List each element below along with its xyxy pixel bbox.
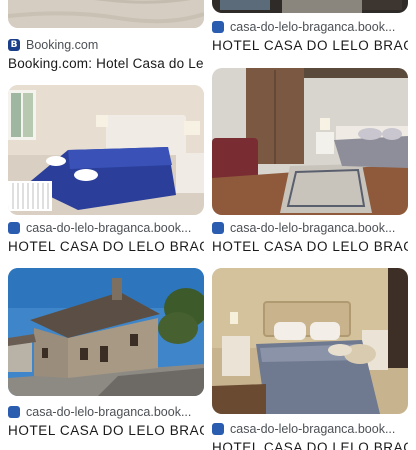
site-favicon-icon xyxy=(212,423,224,435)
result-source-label: casa-do-lelo-braganca.book... xyxy=(230,422,396,436)
site-favicon-icon xyxy=(212,222,224,234)
result-title[interactable]: HOTEL CASA DO LELO BRAGA... xyxy=(212,38,408,53)
result-source[interactable]: casa-do-lelo-braganca.book... xyxy=(212,422,408,436)
result-source[interactable]: casa-do-lelo-braganca.book... xyxy=(212,20,408,34)
result-source-label: casa-do-lelo-braganca.book... xyxy=(230,20,396,34)
site-favicon-icon xyxy=(8,222,20,234)
result-image-bedroom-blue[interactable] xyxy=(8,85,204,215)
result-source[interactable]: casa-do-lelo-braganca.book... xyxy=(212,221,408,235)
result-title[interactable]: HOTEL CASA DO LELO BRAGA... xyxy=(8,423,204,438)
booking-favicon-icon: B xyxy=(8,39,20,51)
site-favicon-icon xyxy=(212,21,224,33)
result-source-label: casa-do-lelo-braganca.book... xyxy=(230,221,396,235)
result-source-label: casa-do-lelo-braganca.book... xyxy=(26,405,192,419)
result-image-bedroom-wardrobe[interactable] xyxy=(212,68,408,215)
result-source[interactable]: B Booking.com xyxy=(8,38,204,52)
site-favicon-icon xyxy=(8,406,20,418)
result-title[interactable]: Booking.com: Hotel Casa do Le... xyxy=(8,56,204,71)
result-title[interactable]: HOTEL CASA DO LELO BRAGA... xyxy=(212,440,408,450)
result-source-label: casa-do-lelo-braganca.book... xyxy=(26,221,192,235)
result-source-label: Booking.com xyxy=(26,38,99,52)
result-source[interactable]: casa-do-lelo-braganca.book... xyxy=(8,221,204,235)
result-image-room-top[interactable] xyxy=(212,0,408,13)
result-image-bedroom-lamp[interactable] xyxy=(212,268,408,414)
result-title[interactable]: HOTEL CASA DO LELO BRAGA... xyxy=(8,239,204,254)
result-source[interactable]: casa-do-lelo-braganca.book... xyxy=(8,405,204,419)
result-title[interactable]: HOTEL CASA DO LELO BRAGA... xyxy=(212,239,408,254)
result-image-stone-house[interactable] xyxy=(8,268,204,396)
result-image-carpet[interactable] xyxy=(8,0,204,28)
